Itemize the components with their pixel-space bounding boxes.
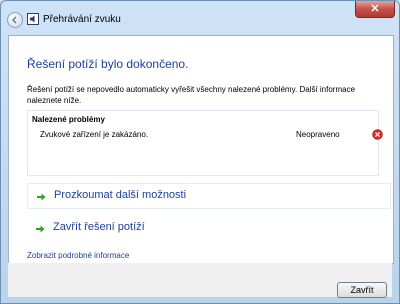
description-text: Řešení potíží se nepovedlo automaticky v… — [27, 85, 356, 105]
green-arrow-icon — [36, 225, 45, 233]
window-title: Přehrávání zvuku — [43, 14, 121, 25]
problem-status: Neopraveno — [296, 130, 340, 139]
footer-bar: Zavřít — [8, 263, 392, 298]
explore-options-link[interactable]: Prozkoumat další možnosti — [27, 183, 391, 209]
content-panel: Řešení potíží bylo dokončeno. Řešení pot… — [8, 35, 394, 264]
show-details-link[interactable]: Zobrazit podrobné informace — [27, 251, 129, 260]
explore-options-label: Prozkoumat další možnosti — [54, 189, 187, 201]
title-bar: Přehrávání zvuku ✕ — [1, 1, 399, 35]
problems-header: Nalezené problémy — [32, 115, 105, 124]
back-arrow-icon — [11, 16, 17, 24]
close-button[interactable]: Zavřít — [337, 282, 387, 298]
green-arrow-icon — [37, 193, 46, 201]
speaker-app-icon — [27, 13, 39, 25]
page-title: Řešení potíží bylo dokončeno. — [27, 57, 189, 71]
window-close-button[interactable]: ✕ — [355, 1, 395, 18]
problems-box: Nalezené problémy Zvukové zařízení je za… — [27, 110, 383, 176]
close-troubleshooting-link[interactable]: Zavřít řešení potíží — [27, 216, 391, 242]
close-troubleshooting-label: Zavřít řešení potíží — [53, 221, 145, 233]
error-icon — [372, 129, 383, 140]
troubleshooter-window: Přehrávání zvuku ✕ Řešení potíží bylo do… — [0, 0, 400, 304]
back-button[interactable] — [7, 12, 23, 28]
problem-name: Zvukové zařízení je zakázáno. — [40, 130, 149, 139]
